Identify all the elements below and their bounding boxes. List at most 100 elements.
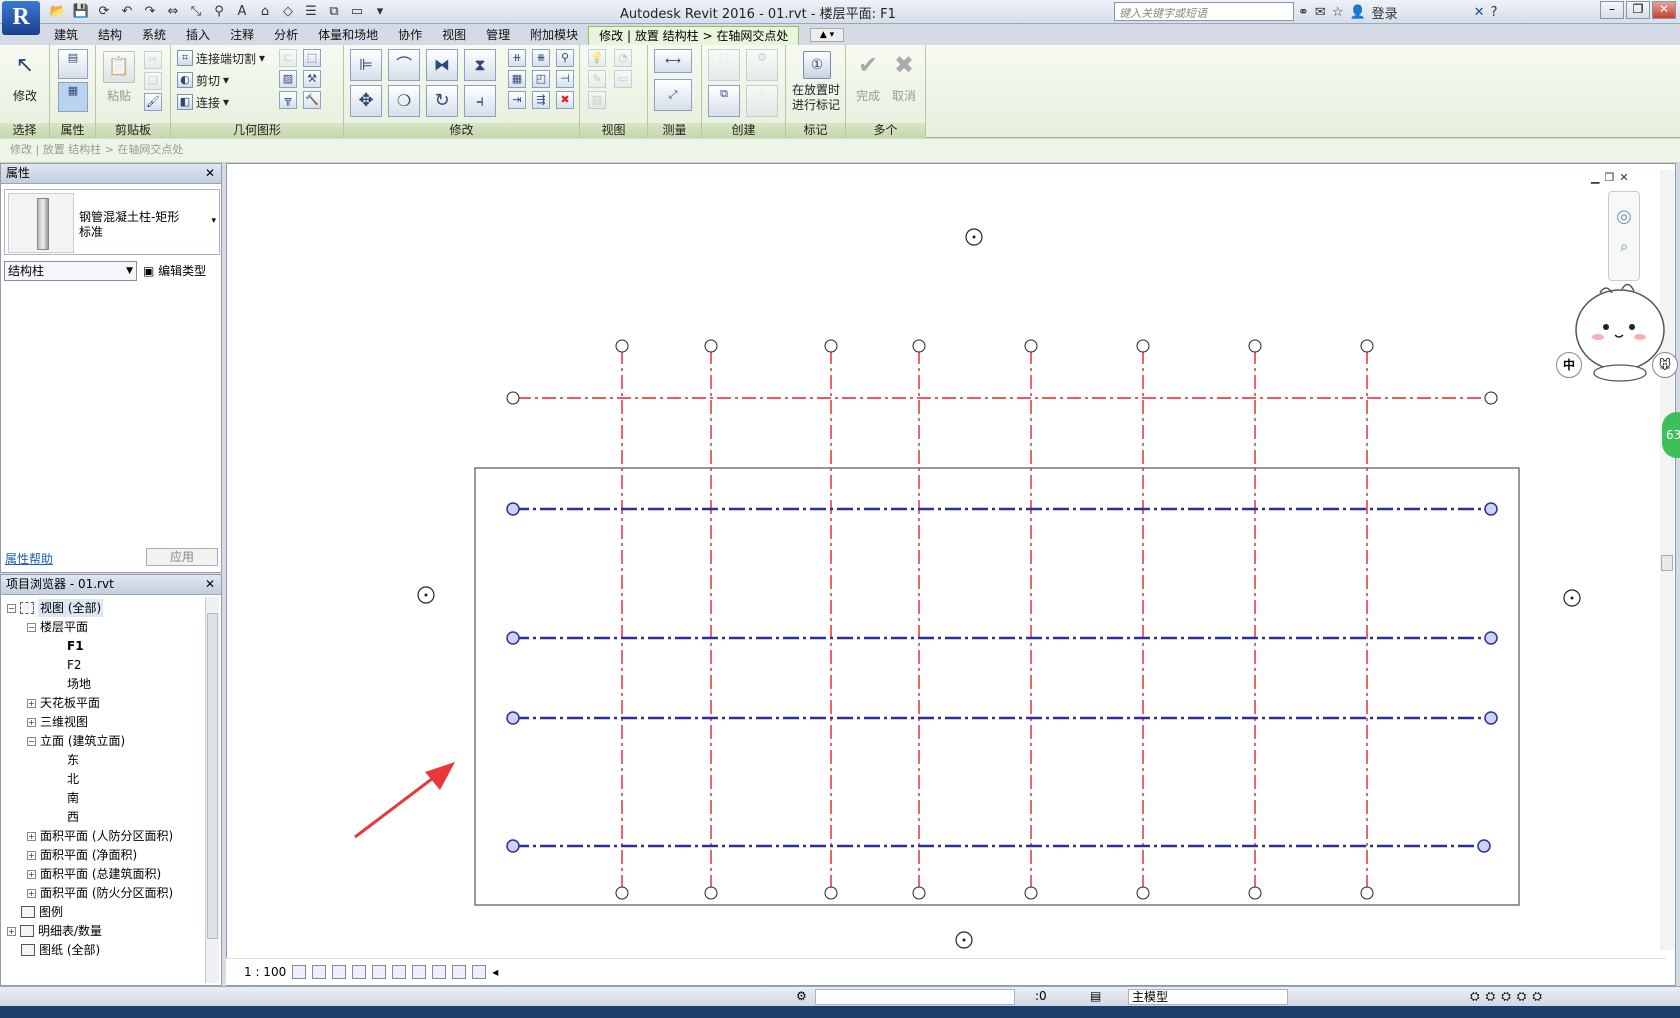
- tab-structure[interactable]: 结构: [88, 26, 132, 45]
- tree-south[interactable]: 南: [67, 789, 79, 807]
- tab-annotate[interactable]: 注释: [220, 26, 264, 45]
- sync-icon[interactable]: ⟳: [94, 2, 114, 21]
- close-hidden-icon[interactable]: ⧉: [324, 2, 344, 21]
- subscription-icon[interactable]: ✉: [1315, 5, 1326, 20]
- copy-element-icon[interactable]: ❍: [388, 85, 420, 117]
- tree-views-all[interactable]: − 视图 (全部): [7, 599, 104, 617]
- copy-icon[interactable]: ❏: [144, 72, 162, 90]
- dimension-icon[interactable]: ⤡: [186, 2, 206, 21]
- paste-button[interactable]: 📋 粘贴: [102, 51, 136, 104]
- open-icon[interactable]: 📂: [48, 2, 68, 21]
- workset-select[interactable]: [815, 989, 1015, 1005]
- tag-on-placement-button[interactable]: ① 在放置时进行标记: [790, 51, 844, 113]
- delete-icon[interactable]: ✖: [556, 91, 574, 109]
- array-icon[interactable]: ▦: [508, 70, 526, 88]
- demolish-icon[interactable]: ⚒: [303, 70, 321, 88]
- sun-path-icon[interactable]: [332, 965, 347, 979]
- tab-insert[interactable]: 插入: [176, 26, 220, 45]
- undo-icon[interactable]: ↶: [117, 2, 137, 21]
- detail-level-icon[interactable]: [292, 965, 307, 979]
- finish-button[interactable]: ✔ 完成: [852, 51, 884, 104]
- tree-ceiling-plans[interactable]: + 天花板平面: [27, 694, 100, 712]
- wall-joins-icon[interactable]: ⊏: [279, 49, 297, 67]
- design-option-select[interactable]: 主模型: [1128, 989, 1288, 1005]
- split-face-icon[interactable]: ⬚: [303, 49, 321, 67]
- close-icon[interactable]: ✕: [1652, 1, 1676, 19]
- create-part-icon[interactable]: ⚙: [746, 49, 778, 81]
- trim-single-icon[interactable]: ⇶: [532, 91, 550, 109]
- analytical-model-icon[interactable]: [452, 965, 467, 979]
- app-menu-button[interactable]: R: [2, 1, 40, 35]
- instance-filter-select[interactable]: 结构柱 ▼: [4, 261, 137, 281]
- override-icon[interactable]: ◔: [614, 49, 632, 67]
- join-button[interactable]: ◧ 连接 ▾: [177, 93, 229, 111]
- text-icon[interactable]: A: [232, 2, 252, 21]
- join-cut-button[interactable]: ⌗ 连接端切割 ▾: [177, 49, 265, 67]
- favorites-icon[interactable]: ☆: [1332, 5, 1344, 20]
- reveal-hidden-icon[interactable]: [432, 965, 447, 979]
- paint-icon[interactable]: ▨: [279, 70, 297, 88]
- highlight-displacement-icon[interactable]: [472, 965, 487, 979]
- tree-f1[interactable]: F1: [67, 637, 84, 655]
- offset-icon[interactable]: ⌒: [388, 49, 420, 81]
- visual-style-icon[interactable]: [312, 965, 327, 979]
- tab-view[interactable]: 视图: [432, 26, 476, 45]
- tab-analyze[interactable]: 分析: [264, 26, 308, 45]
- notification-badge[interactable]: 63: [1662, 412, 1680, 458]
- aligned-dimension-icon[interactable]: ⤢: [654, 79, 692, 111]
- cut-clipboard-icon[interactable]: ✂: [144, 51, 162, 69]
- type-selector[interactable]: 钢管混凝土柱-矩形 标准 ▾: [4, 189, 220, 255]
- create-group-icon[interactable]: ⬚: [708, 49, 740, 81]
- tree-area-net[interactable]: + 面积平面 (净面积): [27, 846, 137, 864]
- save-icon[interactable]: 💾: [71, 2, 91, 21]
- hide-icon[interactable]: 💡: [588, 49, 606, 67]
- measure-icon[interactable]: ⇔: [163, 2, 183, 21]
- mirror-axis-icon[interactable]: ⧓: [426, 49, 458, 81]
- user-icon[interactable]: 👤: [1349, 5, 1365, 20]
- trim-extend-icon[interactable]: ⫞: [464, 85, 496, 117]
- graphics-icon[interactable]: ▭: [614, 70, 632, 88]
- create-similar-icon[interactable]: ⁘: [746, 85, 778, 117]
- login-link[interactable]: 登录: [1372, 3, 1398, 22]
- minimize-icon[interactable]: –: [1600, 1, 1624, 19]
- switch-windows-icon[interactable]: ▭: [347, 2, 367, 21]
- tree-area-civil[interactable]: + 面积平面 (人防分区面积): [27, 827, 173, 845]
- properties-icon[interactable]: ▤: [58, 49, 88, 79]
- tree-schedules[interactable]: + 明细表/数量: [7, 922, 102, 940]
- exchange-icon[interactable]: ✕: [1474, 5, 1485, 20]
- qat-dropdown-icon[interactable]: ▾: [370, 2, 390, 21]
- edit-type-button[interactable]: ▣ 编辑类型: [143, 261, 206, 281]
- shadows-icon[interactable]: [352, 965, 367, 979]
- tab-systems[interactable]: 系统: [132, 26, 176, 45]
- apply-button[interactable]: 应用: [146, 548, 218, 566]
- create-assembly-icon[interactable]: ⧉: [708, 85, 740, 117]
- align-icon[interactable]: ⊫: [350, 49, 382, 81]
- tab-manage[interactable]: 管理: [476, 26, 520, 45]
- ime-settings-icon[interactable]: 🐭: [1652, 352, 1678, 378]
- worksets-icon[interactable]: ⚙: [796, 989, 807, 1003]
- linework-icon[interactable]: ✎: [588, 70, 606, 88]
- tree-area-gross[interactable]: + 面积平面 (总建筑面积): [27, 865, 161, 883]
- tab-modify-place-column[interactable]: 修改 | 放置 结构柱 > 在轴网交点处: [588, 26, 800, 45]
- properties-help-link[interactable]: 属性帮助: [5, 550, 53, 567]
- rotate-icon[interactable]: ↻: [426, 85, 458, 117]
- pin-icon[interactable]: ⊣: [556, 70, 574, 88]
- beam-join-icon[interactable]: ╦: [279, 91, 297, 109]
- tree-legends[interactable]: 图例: [21, 903, 63, 921]
- measure-distance-icon[interactable]: ⟷: [654, 49, 692, 73]
- type-dropdown-icon[interactable]: ▾: [211, 216, 216, 226]
- tree-site[interactable]: 场地: [67, 675, 91, 693]
- help-icon[interactable]: ?: [1491, 5, 1498, 20]
- tree-north[interactable]: 北: [67, 770, 79, 788]
- section-icon[interactable]: ◇: [278, 2, 298, 21]
- split-element-icon[interactable]: ⧺: [508, 49, 526, 67]
- match-properties-icon[interactable]: 🖌: [144, 93, 162, 111]
- type-properties-icon[interactable]: ▦: [58, 82, 88, 112]
- tree-f2[interactable]: F2: [67, 656, 82, 674]
- scroll-left-icon[interactable]: ◂: [492, 965, 498, 979]
- design-options-icon[interactable]: ▤: [1090, 989, 1101, 1003]
- search-input[interactable]: 键入关键字或短语: [1114, 2, 1294, 21]
- view-restore-icon[interactable]: ❐: [1604, 171, 1614, 184]
- selection-filter-icons[interactable]: ⛭⛭⛭⛭⛭: [1470, 989, 1548, 1004]
- temporary-hide-icon[interactable]: [412, 965, 427, 979]
